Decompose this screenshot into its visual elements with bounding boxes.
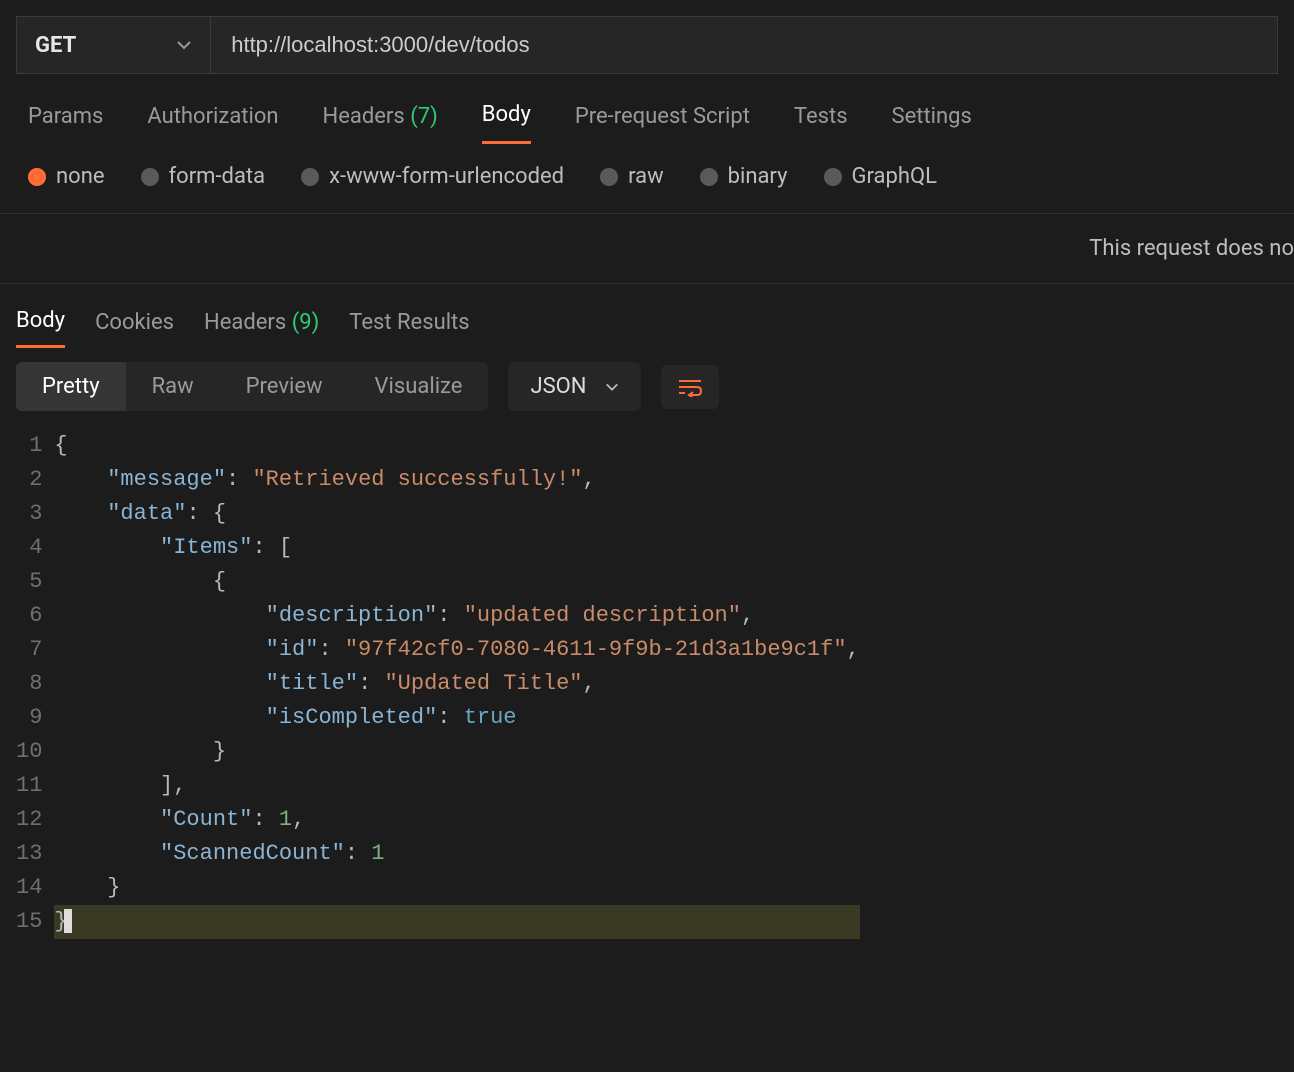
tab-headers[interactable]: Headers (7) — [323, 104, 438, 143]
radio-dot-icon — [824, 168, 842, 186]
line-gutter: 123456789101112131415 — [12, 425, 54, 943]
response-code[interactable]: 123456789101112131415 { "message": "Retr… — [0, 425, 1294, 943]
wrap-lines-button[interactable] — [661, 365, 719, 409]
radio-form-data[interactable]: form-data — [141, 164, 266, 189]
code-line: "Items": [ — [54, 531, 859, 565]
code-line: { — [54, 565, 859, 599]
view-visualize[interactable]: Visualize — [349, 362, 489, 411]
radio-dot-icon — [700, 168, 718, 186]
code-line: } — [54, 905, 859, 939]
view-pretty[interactable]: Pretty — [16, 362, 126, 411]
radio-raw[interactable]: raw — [600, 164, 664, 189]
resp-tab-body[interactable]: Body — [16, 308, 65, 348]
tab-body[interactable]: Body — [482, 102, 531, 144]
resp-tab-headers[interactable]: Headers (9) — [204, 310, 319, 347]
headers-count: (7) — [410, 104, 438, 129]
resp-headers-count: (9) — [292, 310, 320, 335]
radio-none[interactable]: none — [28, 164, 105, 189]
code-line: } — [54, 735, 859, 769]
radio-x-www-form-urlencoded[interactable]: x-www-form-urlencoded — [301, 164, 564, 189]
code-line: "title": "Updated Title", — [54, 667, 859, 701]
code-line: "id": "97f42cf0-7080-4611-9f9b-21d3a1be9… — [54, 633, 859, 667]
tab-settings[interactable]: Settings — [892, 104, 972, 143]
chevron-down-icon — [605, 380, 619, 394]
tab-authorization[interactable]: Authorization — [147, 104, 278, 143]
tab-tests[interactable]: Tests — [794, 104, 848, 143]
format-label: JSON — [530, 374, 586, 399]
view-raw[interactable]: Raw — [126, 362, 220, 411]
tab-params[interactable]: Params — [28, 104, 103, 143]
radio-dot-icon — [28, 168, 46, 186]
code-line: "isCompleted": true — [54, 701, 859, 735]
response-tabs: Body Cookies Headers (9) Test Results — [0, 284, 1294, 348]
radio-dot-icon — [141, 168, 159, 186]
code-content: { "message": "Retrieved successfully!", … — [54, 425, 859, 943]
radio-dot-icon — [301, 168, 319, 186]
chevron-down-icon — [176, 37, 192, 53]
code-line: { — [54, 429, 859, 463]
resp-tab-headers-label: Headers — [204, 310, 286, 335]
radio-graphql[interactable]: GraphQL — [824, 164, 937, 189]
code-line: } — [54, 871, 859, 905]
code-line: "description": "updated description", — [54, 599, 859, 633]
tab-prerequest[interactable]: Pre-request Script — [575, 104, 750, 143]
body-type-radios: none form-data x-www-form-urlencoded raw… — [0, 144, 1294, 214]
code-line: "data": { — [54, 497, 859, 531]
request-bar: GET — [16, 16, 1278, 74]
code-line: "message": "Retrieved successfully!", — [54, 463, 859, 497]
view-preview[interactable]: Preview — [220, 362, 349, 411]
view-controls: Pretty Raw Preview Visualize JSON — [0, 348, 1294, 425]
method-select[interactable]: GET — [17, 17, 211, 73]
radio-dot-icon — [600, 168, 618, 186]
method-label: GET — [35, 33, 76, 58]
view-mode-segmented: Pretty Raw Preview Visualize — [16, 362, 488, 411]
request-tabs: Params Authorization Headers (7) Body Pr… — [0, 74, 1294, 144]
code-line: ], — [54, 769, 859, 803]
code-line: "Count": 1, — [54, 803, 859, 837]
resp-tab-test-results[interactable]: Test Results — [349, 310, 469, 347]
wrap-lines-icon — [677, 377, 703, 397]
tab-headers-label: Headers — [323, 104, 405, 129]
body-hint: This request does no — [0, 214, 1294, 284]
url-input[interactable] — [211, 17, 1277, 73]
code-line: "ScannedCount": 1 — [54, 837, 859, 871]
radio-binary[interactable]: binary — [700, 164, 788, 189]
resp-tab-cookies[interactable]: Cookies — [95, 310, 174, 347]
format-select[interactable]: JSON — [508, 362, 640, 411]
